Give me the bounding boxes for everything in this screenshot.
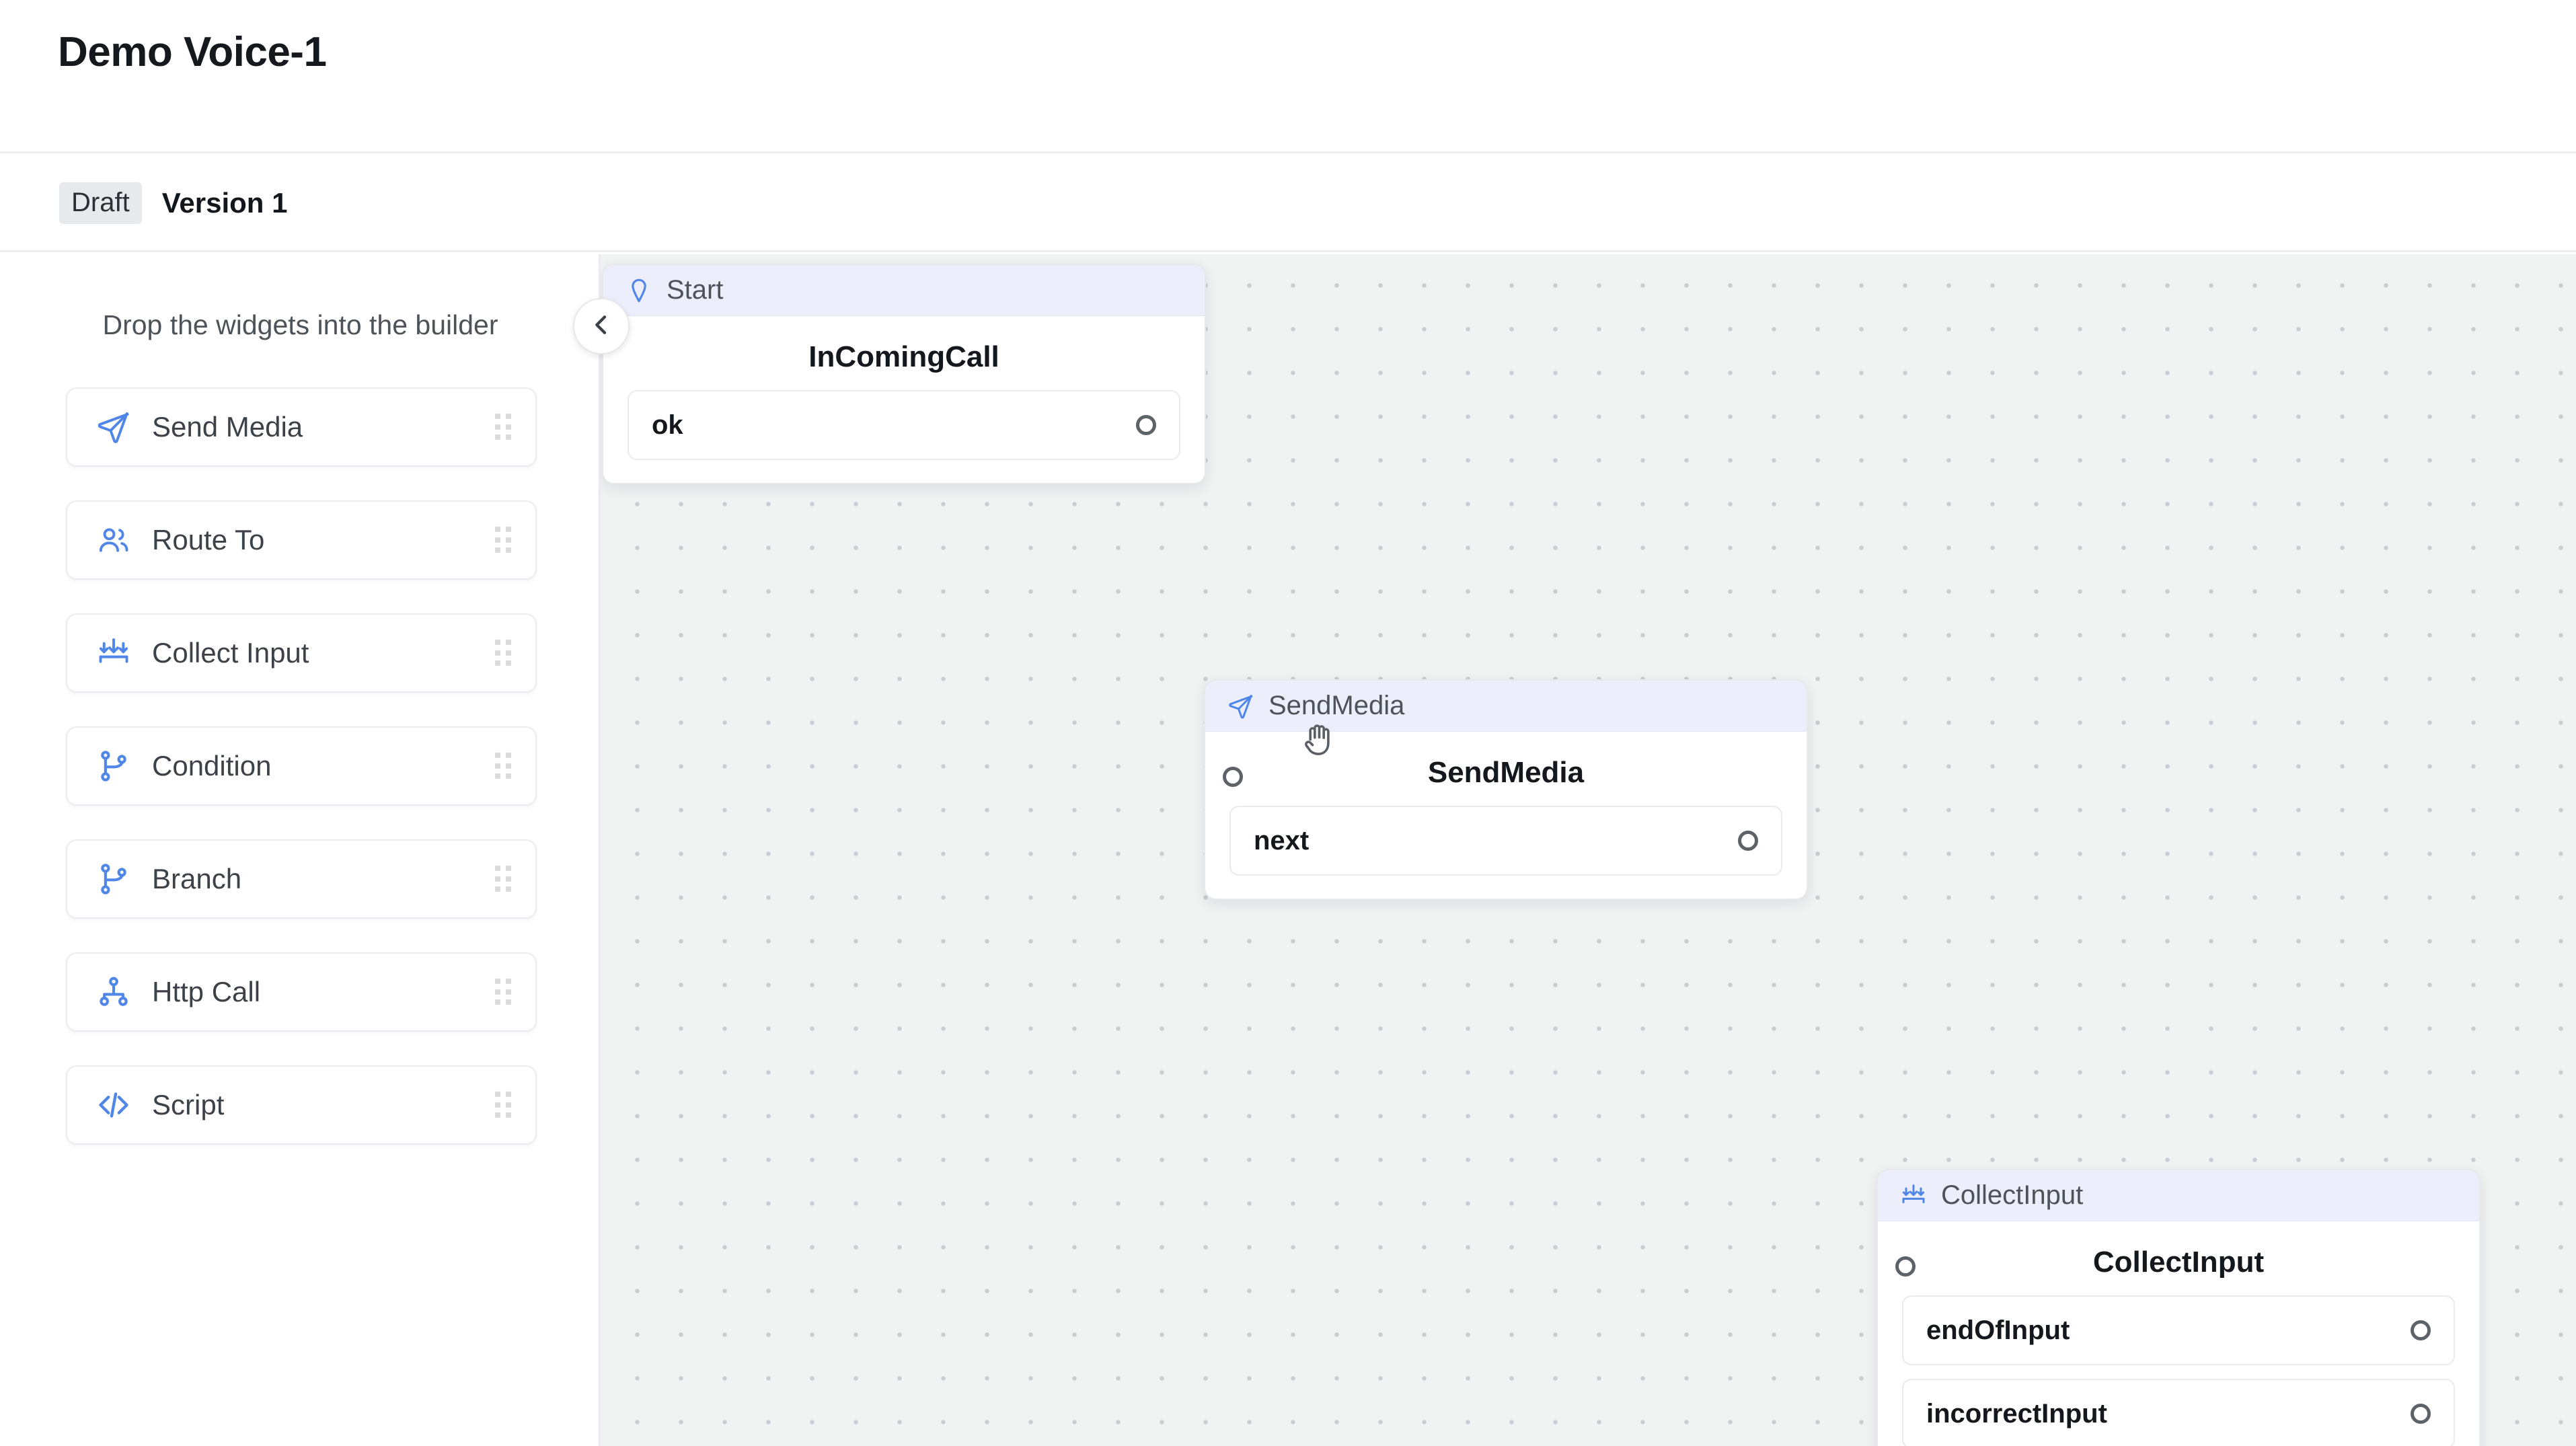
node-port-row[interactable]: endOfInput	[1902, 1295, 2455, 1365]
drag-handle-icon[interactable]	[495, 640, 511, 667]
widget-item-http-call[interactable]: Http Call	[66, 952, 537, 1032]
widget-sidebar: Drop the widgets into the builder Send M…	[0, 254, 601, 1446]
flow-node-start[interactable]: Start InComingCall ok	[602, 264, 1206, 484]
branch-icon	[94, 860, 133, 899]
users-icon	[94, 521, 133, 560]
widget-label: Send Media	[152, 411, 303, 443]
widget-label: Route To	[152, 524, 265, 556]
sidebar-hint: Drop the widgets into the builder	[102, 309, 498, 340]
widget-item-collect-input[interactable]: Collect Input	[66, 613, 537, 693]
widget-item-send-media[interactable]: Send Media	[66, 387, 537, 467]
node-port-row[interactable]: next	[1229, 806, 1782, 876]
app-root: Demo Voice-1 Draft Version 1 Drop the wi…	[0, 0, 2576, 1446]
widget-label: Condition	[152, 750, 272, 782]
input-port-dot[interactable]	[1223, 767, 1243, 787]
node-title: InComingCall	[808, 340, 999, 373]
input-port-dot[interactable]	[1895, 1256, 1916, 1277]
widget-label: Http Call	[152, 976, 261, 1007]
branch-icon	[94, 747, 133, 786]
title-bar: Demo Voice-1	[0, 0, 2576, 153]
widget-label: Script	[152, 1089, 225, 1120]
node-body: InComingCall ok	[603, 316, 1205, 483]
node-title: CollectInput	[2092, 1246, 2265, 1279]
page-title: Demo Voice-1	[58, 29, 327, 75]
node-header[interactable]: CollectInput	[1878, 1170, 2479, 1221]
version-label[interactable]: Version 1	[162, 187, 288, 219]
drag-handle-icon[interactable]	[495, 1092, 511, 1118]
pin-icon	[623, 275, 654, 306]
send-icon	[1225, 691, 1256, 722]
drag-handle-icon[interactable]	[495, 753, 511, 779]
flow-node-collectinput[interactable]: CollectInput CollectInput endOfInput inc…	[1877, 1169, 2480, 1446]
port-label: next	[1254, 825, 1310, 855]
grab-hand-icon	[1300, 720, 1340, 763]
sidebar-collapse-button[interactable]	[573, 298, 630, 354]
output-port-dot[interactable]	[2411, 1320, 2431, 1340]
node-port-row[interactable]: ok	[628, 390, 1180, 460]
widget-label: Collect Input	[152, 637, 309, 669]
node-header-label: CollectInput	[1941, 1180, 2084, 1210]
node-body: CollectInput endOfInput incorrectInput	[1878, 1221, 2479, 1446]
widget-list: Send Media Route To Collect Input Condit…	[66, 387, 537, 1178]
output-port-dot[interactable]	[1136, 415, 1156, 435]
flow-canvas[interactable]: Start InComingCall ok SendMedia SendMedi…	[601, 254, 2576, 1446]
node-header[interactable]: Start	[603, 265, 1205, 316]
node-header-label: Start	[667, 275, 724, 305]
version-bar: Draft Version 1	[0, 155, 2576, 252]
sitemap-icon	[94, 973, 133, 1012]
send-icon	[94, 408, 133, 447]
chevron-left-icon	[588, 311, 615, 342]
node-header-label: SendMedia	[1268, 691, 1405, 720]
widget-item-condition[interactable]: Condition	[66, 726, 537, 806]
port-label: endOfInput	[1926, 1315, 2070, 1345]
widget-label: Branch	[152, 863, 242, 895]
collect-input-icon	[94, 634, 133, 673]
drag-handle-icon[interactable]	[495, 866, 511, 892]
node-body: SendMedia next	[1205, 732, 1807, 899]
flow-node-sendmedia[interactable]: SendMedia SendMedia next	[1204, 679, 1808, 900]
drag-handle-icon[interactable]	[495, 414, 511, 441]
widget-item-branch[interactable]: Branch	[66, 839, 537, 919]
node-port-row[interactable]: incorrectInput	[1902, 1379, 2455, 1446]
drag-handle-icon[interactable]	[495, 527, 511, 554]
port-label: incorrectInput	[1926, 1398, 2107, 1429]
drag-handle-icon[interactable]	[495, 979, 511, 1005]
node-header[interactable]: SendMedia	[1205, 681, 1807, 732]
widget-item-route-to[interactable]: Route To	[66, 500, 537, 580]
widget-item-script[interactable]: Script	[66, 1065, 537, 1145]
collect-input-icon	[1898, 1180, 1929, 1211]
output-port-dot[interactable]	[2411, 1404, 2431, 1424]
port-label: ok	[652, 410, 683, 440]
code-icon	[94, 1086, 133, 1125]
status-badge: Draft	[59, 182, 142, 224]
output-port-dot[interactable]	[1738, 831, 1758, 851]
